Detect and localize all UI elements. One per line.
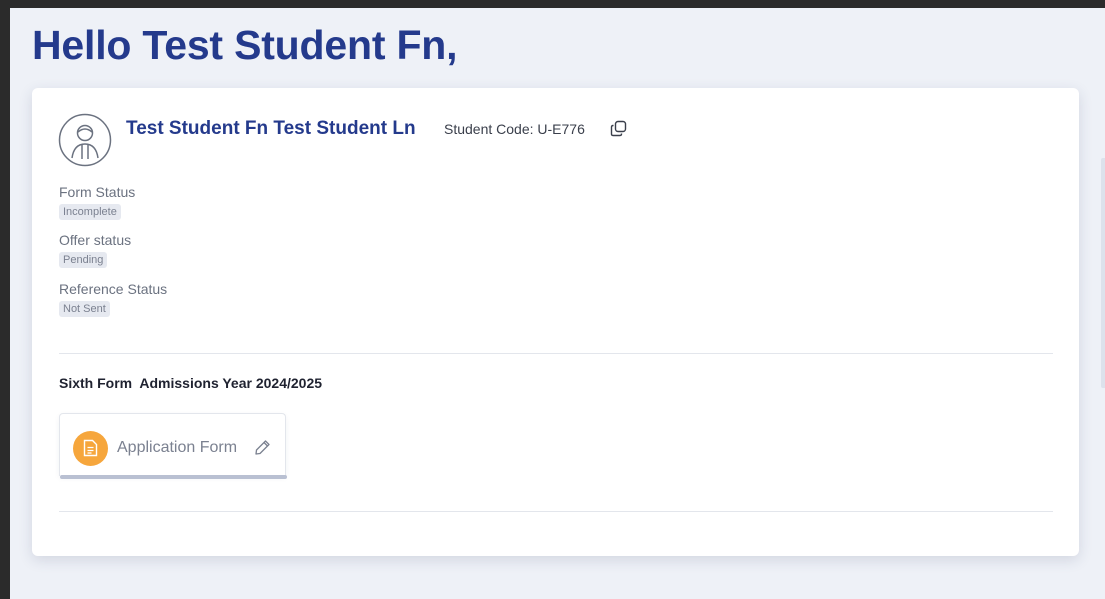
page-title: Hello Test Student Fn, <box>32 22 458 68</box>
form-status-label: Form Status <box>59 184 136 200</box>
copy-icon[interactable] <box>610 120 627 137</box>
page-viewport: Hello Test Student Fn, Test Student Fn T… <box>10 8 1105 599</box>
student-card: Test Student Fn Test Student Ln Student … <box>32 88 1079 556</box>
edit-pencil-icon[interactable] <box>254 439 271 456</box>
divider <box>59 353 1053 354</box>
avatar-icon <box>58 113 112 167</box>
document-icon <box>83 439 98 457</box>
application-form-tile[interactable]: Application Form <box>59 413 287 479</box>
offer-status-label: Offer status <box>59 232 132 248</box>
divider-bottom <box>59 511 1053 512</box>
form-progress-bar <box>60 475 287 479</box>
reference-status-badge: Not Sent <box>59 301 110 317</box>
window-frame-top <box>0 0 1105 8</box>
form-icon-badge <box>73 431 108 466</box>
application-form-label: Application Form <box>117 439 238 456</box>
reference-status-label: Reference Status <box>59 281 168 297</box>
student-name: Test Student Fn Test Student Ln <box>126 118 416 139</box>
offer-status-badge: Pending <box>59 252 108 268</box>
window-frame-left <box>0 0 10 599</box>
admissions-section-title: Sixth Form Admissions Year 2024/2025 <box>59 375 323 391</box>
form-status-badge: Incomplete <box>59 204 121 220</box>
scroll-edge <box>1101 158 1105 388</box>
student-code: Student Code: U-E776 <box>444 121 585 137</box>
